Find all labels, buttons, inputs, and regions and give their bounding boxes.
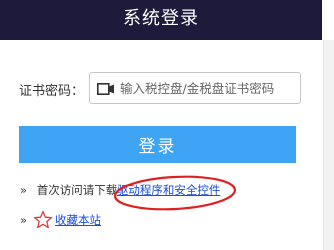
- download-hint-text: 首次访问请下载: [36, 183, 118, 197]
- download-driver-link[interactable]: 驱动程序和安全控件: [117, 183, 221, 197]
- bullet-icon: »: [20, 183, 28, 197]
- key-card-icon: [97, 83, 114, 95]
- cert-password-input[interactable]: [120, 74, 298, 102]
- scrollbar-track[interactable]: [323, 40, 334, 250]
- download-hint: » 首次访问请下载 驱动程序和安全控件: [20, 182, 224, 198]
- favorite-link[interactable]: 收藏本站: [55, 212, 101, 228]
- header-gap: [322, 0, 334, 40]
- cert-password-label: 证书密码：: [19, 84, 85, 99]
- star-icon[interactable]: [33, 210, 53, 230]
- favorite-row: » 收藏本站: [20, 210, 101, 230]
- cert-password-field[interactable]: [89, 72, 301, 104]
- bullet-icon: »: [20, 213, 28, 227]
- login-button[interactable]: 登录: [19, 126, 296, 163]
- page-title: 系统登录: [123, 8, 199, 29]
- page-header: 系统登录: [0, 0, 322, 40]
